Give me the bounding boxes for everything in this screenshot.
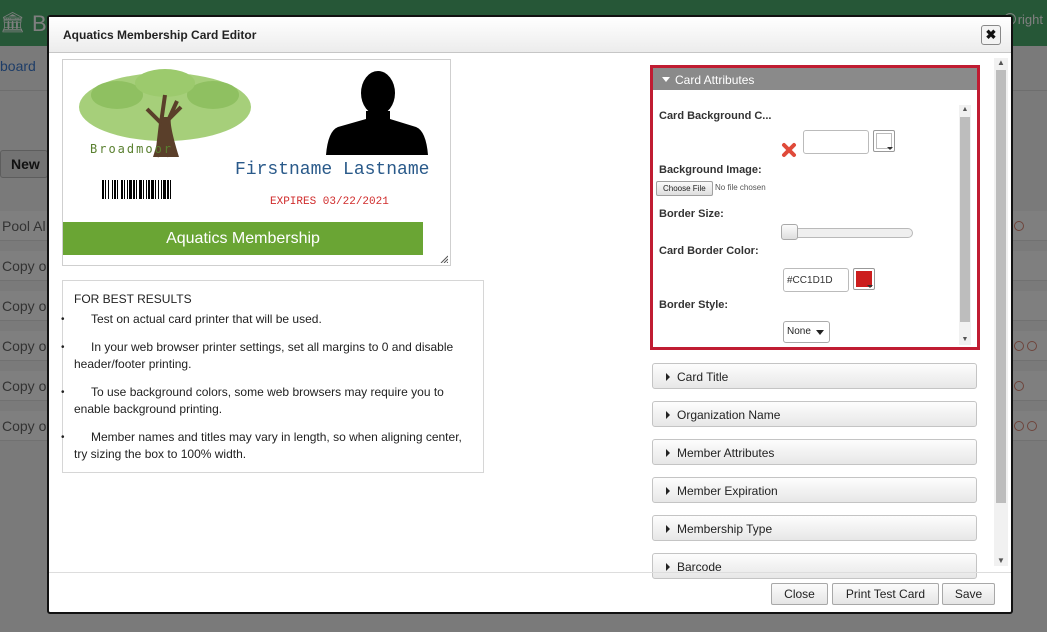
- list-item: In your web browser printer settings, se…: [61, 339, 473, 373]
- bg-image-label: Background Image:: [659, 164, 762, 176]
- org-name: Broadmoor: [90, 142, 174, 156]
- card-attributes-content: ▲ ▼ Card Background C... Background Imag…: [653, 90, 977, 347]
- triangle-right-icon: [666, 563, 670, 571]
- triangle-right-icon: [666, 449, 670, 457]
- border-style-select[interactable]: None: [783, 321, 830, 343]
- chevron-down-icon: [867, 285, 873, 288]
- close-button[interactable]: Close: [771, 583, 828, 605]
- triangle-right-icon: [666, 487, 670, 495]
- choose-file-button[interactable]: Choose File: [656, 181, 713, 196]
- border-color-label: Card Border Color:: [659, 245, 759, 257]
- dialog-title: Aquatics Membership Card Editor: [63, 28, 257, 42]
- chevron-down-icon: [816, 330, 824, 335]
- clear-color-icon[interactable]: [781, 142, 797, 158]
- tips-list: Test on actual card printer that will be…: [61, 311, 473, 463]
- list-item: Member names and titles may vary in leng…: [61, 429, 473, 463]
- print-test-card-button[interactable]: Print Test Card: [832, 583, 939, 605]
- expiration-date: EXPIRES 03/22/2021: [270, 196, 389, 208]
- list-item: Test on actual card printer that will be…: [61, 311, 473, 328]
- accordion-header-membership-type[interactable]: Membership Type: [652, 515, 977, 541]
- slider-handle[interactable]: [781, 224, 798, 240]
- tips-box: FOR BEST RESULTS Test on actual card pri…: [61, 280, 484, 473]
- scroll-up-icon[interactable]: ▲: [960, 105, 970, 115]
- barcode: [102, 180, 171, 199]
- border-style-label: Border Style:: [659, 299, 729, 311]
- card-title: Aquatics Membership: [63, 222, 423, 255]
- accordion-header-card-attributes[interactable]: Card Attributes: [653, 68, 977, 90]
- border-size-label: Border Size:: [659, 208, 724, 220]
- dialog-body: Broadmoor Firstname Lastname EXPIRES 03/…: [49, 54, 1011, 579]
- triangle-right-icon: [666, 411, 670, 419]
- accordion-header-organization-name[interactable]: Organization Name: [652, 401, 977, 427]
- resize-handle-icon[interactable]: [440, 255, 448, 263]
- scroll-up-icon[interactable]: ▲: [996, 58, 1006, 68]
- card-attributes-panel: Card Attributes ▲ ▼ Card Background C...: [650, 65, 980, 350]
- chevron-down-icon: [887, 147, 893, 150]
- scrollbar-thumb[interactable]: [996, 70, 1006, 503]
- list-item: To use background colors, some web brows…: [61, 384, 473, 418]
- dialog-scrollbar[interactable]: ▲ ▼: [994, 58, 1008, 566]
- card-bg-color-picker[interactable]: [873, 130, 895, 152]
- border-size-slider[interactable]: [783, 228, 913, 238]
- accordion-header-member-expiration[interactable]: Member Expiration: [652, 477, 977, 503]
- scroll-down-icon[interactable]: ▼: [996, 556, 1006, 566]
- border-color-input[interactable]: [783, 268, 849, 292]
- dialog-titlebar[interactable]: Aquatics Membership Card Editor ✖: [49, 17, 1011, 53]
- panel-scrollbar[interactable]: ▲ ▼: [959, 105, 971, 345]
- scrollbar-thumb[interactable]: [960, 117, 970, 322]
- close-icon[interactable]: ✖: [981, 25, 1001, 45]
- accordion-header-member-attributes[interactable]: Member Attributes: [652, 439, 977, 465]
- dialog-footer: Close Print Test Card Save: [49, 572, 1011, 612]
- card-editor-dialog: Aquatics Membership Card Editor ✖ Broadm…: [47, 15, 1013, 614]
- triangle-right-icon: [666, 525, 670, 533]
- card-bg-color-label: Card Background C...: [659, 110, 772, 122]
- file-status: No file chosen: [715, 183, 766, 192]
- card-bg-color-input[interactable]: [803, 130, 869, 154]
- triangle-down-icon: [662, 77, 670, 82]
- card-preview[interactable]: Broadmoor Firstname Lastname EXPIRES 03/…: [62, 59, 451, 266]
- border-color-picker[interactable]: [853, 268, 875, 290]
- triangle-right-icon: [666, 373, 670, 381]
- save-button[interactable]: Save: [942, 583, 995, 605]
- member-photo-placeholder: [326, 71, 428, 155]
- accordion-header-card-title[interactable]: Card Title: [652, 363, 977, 389]
- tips-heading: FOR BEST RESULTS: [74, 292, 192, 306]
- scroll-down-icon[interactable]: ▼: [960, 335, 970, 345]
- member-name: Firstname Lastname: [235, 160, 430, 180]
